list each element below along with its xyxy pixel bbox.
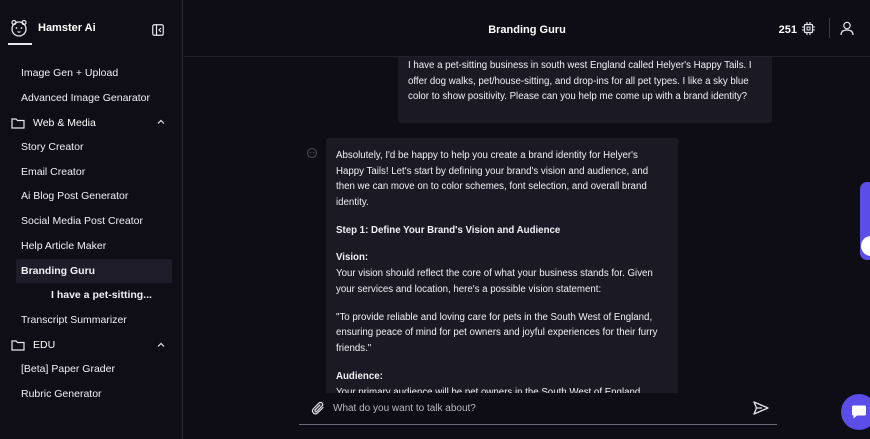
support-chat-button[interactable] [841, 394, 870, 430]
sidebar-nav: Image Gen + Upload Advanced Image Genara… [0, 61, 183, 407]
credits-count: 251 [778, 24, 797, 36]
user-message: I have a pet-sitting business in south w… [398, 57, 772, 123]
sidebar-group-edu[interactable]: EDU [0, 333, 183, 358]
page-title: Branding Guru [488, 24, 566, 36]
assistant-intro: Absolutely, I'd be happy to help you cre… [336, 150, 649, 208]
user-profile-icon[interactable] [840, 21, 854, 36]
sidebar-collapse-icon[interactable] [152, 24, 164, 36]
chevron-up-icon[interactable] [157, 341, 165, 349]
sidebar: Hamster Ai Image Gen + Upload Advanced I… [0, 0, 183, 439]
assistant-message: Absolutely, I'd be happy to help you cre… [326, 138, 678, 393]
chat-bubble-icon [852, 405, 866, 419]
sidebar-group-label: EDU [33, 338, 56, 351]
send-icon[interactable] [753, 401, 769, 415]
sidebar-item-transcript-summarizer[interactable]: Transcript Summarizer [0, 308, 183, 333]
vision-text: Your vision should reflect the core of w… [336, 268, 653, 295]
folder-icon [11, 340, 25, 351]
sidebar-item-paper-grader[interactable]: [Beta] Paper Grader [0, 357, 183, 382]
sidebar-header: Hamster Ai [0, 0, 182, 56]
sidebar-item-rubric-generator[interactable]: Rubric Generator [0, 382, 183, 407]
sidebar-item-image-gen-upload[interactable]: Image Gen + Upload [0, 61, 183, 86]
paperclip-icon[interactable] [311, 401, 325, 415]
sidebar-item-help-article-maker[interactable]: Help Article Maker [0, 234, 183, 259]
sidebar-conversation-item[interactable]: I have a pet-sitting... [0, 283, 183, 308]
message-input[interactable] [333, 400, 733, 416]
sidebar-divider [8, 43, 32, 45]
sidebar-group-web-media[interactable]: Web & Media [0, 110, 183, 135]
audience-heading: Audience: [336, 371, 383, 383]
vision-heading: Vision: [336, 252, 369, 264]
sidebar-item-branding-guru[interactable]: Branding Guru [16, 258, 172, 284]
step-heading: Step 1: Define Your Brand's Vision and A… [336, 224, 561, 236]
sidebar-item-ai-blog-post-generator[interactable]: Ai Blog Post Generator [0, 184, 183, 209]
sidebar-item-email-creator[interactable]: Email Creator [0, 160, 183, 185]
sidebar-group-label: Web & Media [33, 116, 96, 129]
credits-chip-icon[interactable] [801, 21, 816, 36]
folder-icon [11, 118, 25, 129]
vision-statement: "To provide reliable and loving care for… [336, 311, 658, 354]
header-divider [829, 18, 830, 38]
chat-thread: I have a pet-sitting business in south w… [184, 57, 870, 393]
chevron-up-icon[interactable] [157, 118, 165, 126]
top-bar: Branding Guru 251 [184, 0, 870, 57]
sidebar-item-advanced-image-generator[interactable]: Advanced Image Genarator [0, 86, 183, 111]
message-composer [299, 392, 777, 425]
assistant-avatar-icon [306, 147, 318, 159]
hamster-logo-icon [11, 19, 27, 37]
app-name: Hamster Ai [38, 22, 96, 34]
sidebar-item-social-media-post-creator[interactable]: Social Media Post Creator [0, 209, 183, 234]
sidebar-item-story-creator[interactable]: Story Creator [0, 135, 183, 160]
